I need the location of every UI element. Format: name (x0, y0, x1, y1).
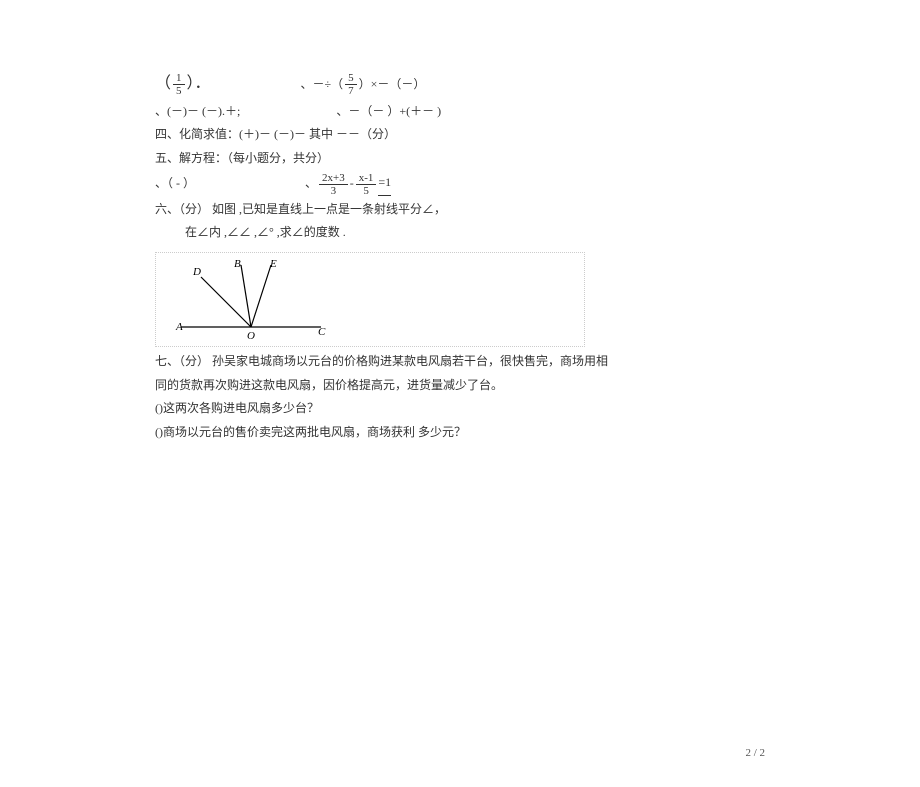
paren-left: （ (155, 70, 171, 99)
label-D: D (192, 266, 201, 278)
expr-2-left: 、(－)－ (－).＋; (155, 104, 240, 118)
fraction-5-7: 5 7 (345, 72, 357, 97)
expr-suffix: ）×－（－） (359, 74, 426, 96)
label-C: C (318, 326, 326, 338)
equation-line: 、（ - ） 、 2x+3 3 - x-1 5 =1 (155, 172, 715, 197)
section-6-heading: 六、（分） 如图 ,已知是直线上一点是一条射线平分∠， (155, 199, 715, 221)
section-5-heading: 五、解方程：（每小题分，共分） (155, 148, 715, 170)
section-7-line-2: 同的货款再次购进这款电风扇，因价格提高元，进货量减少了台。 (155, 375, 715, 397)
sep: 、 (305, 173, 317, 195)
label-E: E (269, 258, 277, 270)
section-7-line-1: 七、（分） 孙吴家电城商场以元台的价格购进某款电风扇若干台，很快售完，商场用相 (155, 351, 715, 373)
section-6-sub: 在∠内 ,∠∠ ,∠° ,求∠的度数 . (185, 222, 715, 244)
equals: =1 (378, 172, 391, 196)
expression-line-1: （ 1 5 ）． 、 －÷（ 5 7 ）×－（－） (155, 70, 715, 99)
label-B: B (234, 258, 241, 270)
angle-diagram-svg: A C O D B E (166, 257, 346, 342)
expression-line-2: 、(－)－ (－).＋; 、－（－ ）+(＋－ ) (155, 101, 715, 123)
section-4-heading: 四、化简求值：(＋)－ (－)－ 其中 －－（分） (155, 124, 715, 146)
question-2: ()商场以元台的售价卖完这两批电风扇，商场获利 多少元？ (155, 422, 715, 444)
fraction-1-5: 1 5 (173, 72, 185, 97)
expr-2-right: 、－（－ ）+(＋－ ) (336, 104, 441, 118)
label-O: O (247, 330, 255, 342)
document-content: （ 1 5 ）． 、 －÷（ 5 7 ）×－（－） 、(－)－ (－).＋; 、… (155, 70, 715, 443)
eq-left: 、（ - ） (155, 173, 195, 195)
minus: - (350, 173, 354, 195)
sep: 、 (301, 74, 313, 96)
page-number: 2 / 2 (745, 747, 765, 759)
geometry-figure: A C O D B E (155, 252, 585, 347)
fraction-2x3-3: 2x+3 3 (319, 172, 348, 197)
paren-right: ）． (187, 70, 211, 99)
label-A: A (175, 321, 183, 333)
question-1: ()这两次各购进电风扇多少台？ (155, 398, 715, 420)
expr-prefix: －÷（ (313, 74, 344, 96)
fraction-x1-5: x-1 5 (356, 172, 377, 197)
